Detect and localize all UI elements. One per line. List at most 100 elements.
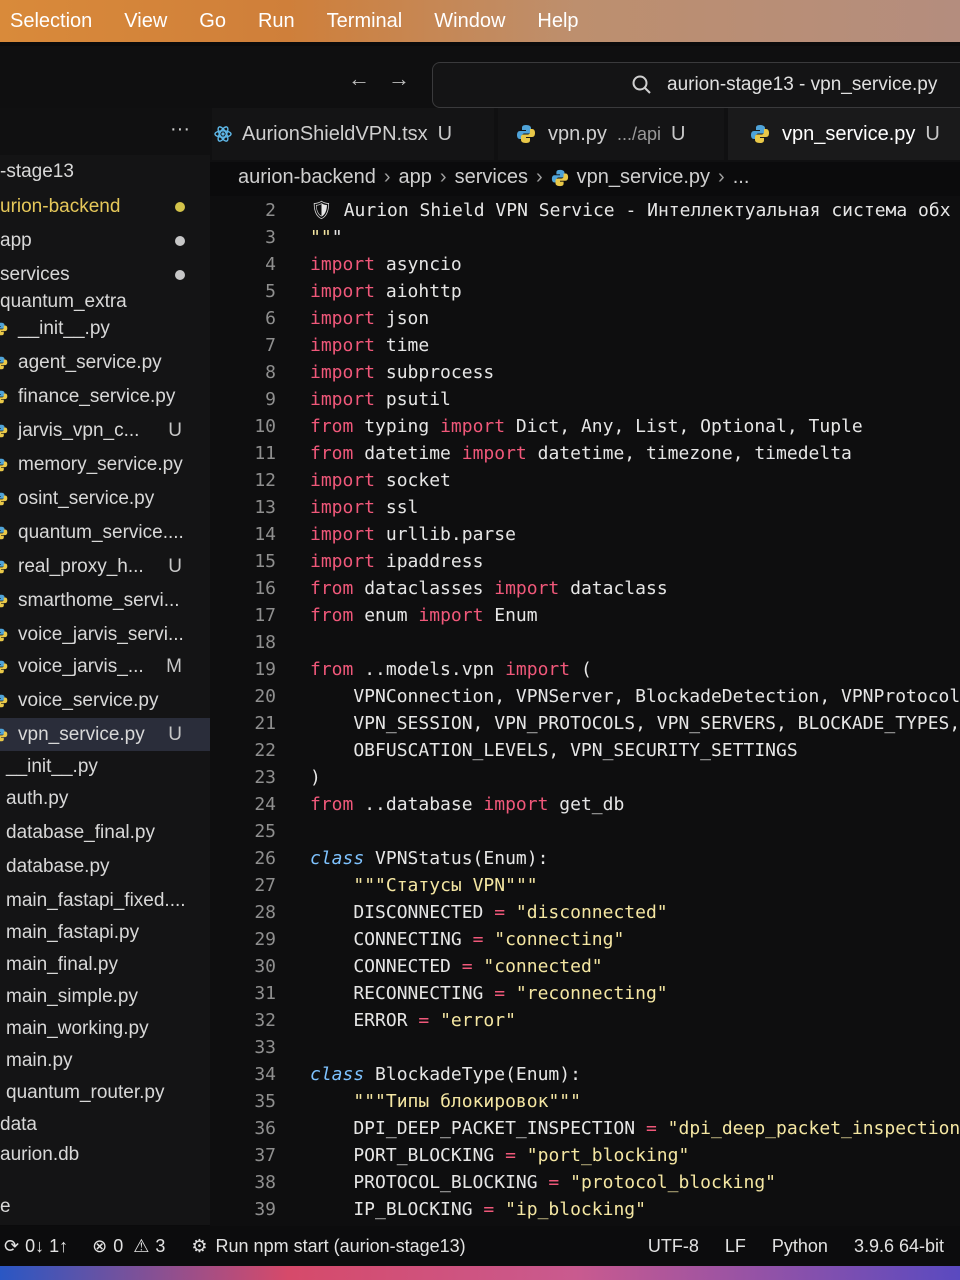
- menu-go[interactable]: Go: [183, 10, 242, 33]
- code-line[interactable]: import urllib.parse: [310, 524, 516, 545]
- encoding[interactable]: UTF-8: [648, 1236, 699, 1257]
- code-line[interactable]: """: [310, 227, 343, 248]
- code-line[interactable]: IP_BLOCKING = "ip_blocking": [310, 1199, 646, 1220]
- code-line[interactable]: CONNECTED = "connected": [310, 956, 602, 977]
- code-line[interactable]: RECONNECTING = "reconnecting": [310, 983, 667, 1004]
- breadcrumb-item[interactable]: app: [399, 166, 432, 189]
- sidebar-item[interactable]: __init__.py: [0, 750, 210, 783]
- code-line[interactable]: from enum import Enum: [310, 605, 538, 626]
- code-line[interactable]: ): [310, 767, 321, 788]
- code-line[interactable]: import socket: [310, 470, 451, 491]
- arrow-left-icon[interactable]: ←: [348, 66, 370, 92]
- sidebar-item[interactable]: finance_service.py: [0, 380, 210, 413]
- code-line[interactable]: ERROR = "error": [310, 1010, 516, 1031]
- sidebar-item[interactable]: urion-backend: [0, 190, 210, 223]
- sidebar-item[interactable]: app: [0, 224, 210, 257]
- line-number: 34: [254, 1064, 276, 1085]
- breadcrumb-item[interactable]: aurion-backend: [238, 166, 376, 189]
- menu-help[interactable]: Help: [521, 10, 594, 33]
- warning-count[interactable]: 3: [155, 1236, 165, 1257]
- code-line[interactable]: 🛡 Aurion Shield VPN Service - Интеллекту…: [310, 200, 951, 221]
- code-line[interactable]: VPNConnection, VPNServer, BlockadeDetect…: [310, 686, 960, 707]
- sidebar-item[interactable]: __init__.py: [0, 312, 210, 345]
- code-line[interactable]: import json: [310, 308, 429, 329]
- menu-run[interactable]: Run: [242, 10, 311, 33]
- code-line[interactable]: PROTOCOL_BLOCKING = "protocol_blocking": [310, 1172, 776, 1193]
- error-count[interactable]: 0: [113, 1236, 123, 1257]
- menu-selection[interactable]: Selection: [0, 10, 108, 33]
- sidebar-item[interactable]: main.py: [0, 1044, 210, 1077]
- breadcrumb-item[interactable]: vpn_service.py: [577, 166, 710, 189]
- sidebar-item[interactable]: data: [0, 1108, 210, 1141]
- running-task[interactable]: Run npm start (aurion-stage13): [216, 1236, 466, 1257]
- sidebar-item[interactable]: main_fastapi_fixed....: [0, 884, 210, 917]
- sidebar-item[interactable]: real_proxy_h... U: [0, 550, 210, 583]
- code-line[interactable]: """Статусы VPN""": [310, 875, 537, 896]
- sidebar-item[interactable]: memory_service.py: [0, 448, 210, 481]
- sidebar-item[interactable]: main_fastapi.py: [0, 916, 210, 949]
- code-line[interactable]: import ssl: [310, 497, 418, 518]
- sync-status[interactable]: 0↓ 1↑: [25, 1236, 68, 1257]
- code-line[interactable]: import asyncio: [310, 254, 462, 275]
- sidebar-item[interactable]: quantum_router.py: [0, 1076, 210, 1109]
- code-line[interactable]: PORT_BLOCKING = "port_blocking": [310, 1145, 689, 1166]
- code-line[interactable]: import aiohttp: [310, 281, 462, 302]
- sidebar-item[interactable]: voice_service.py: [0, 684, 210, 717]
- code-line[interactable]: VPN_SESSION, VPN_PROTOCOLS, VPN_SERVERS,…: [310, 713, 960, 734]
- code-line[interactable]: from typing import Dict, Any, List, Opti…: [310, 416, 863, 437]
- code-line[interactable]: DISCONNECTED = "disconnected": [310, 902, 667, 923]
- python-interpreter[interactable]: 3.9.6 64-bit: [854, 1236, 944, 1257]
- line-number: 30: [254, 956, 276, 977]
- sidebar-item[interactable]: smarthome_servi...: [0, 584, 210, 617]
- sidebar-item[interactable]: database_final.py: [0, 816, 210, 849]
- sidebar-item[interactable]: vpn_service.py U: [0, 718, 210, 751]
- sidebar-item[interactable]: main_working.py: [0, 1012, 210, 1045]
- command-center[interactable]: aurion-stage13 - vpn_service.py: [432, 62, 960, 108]
- chevron-right-icon: ›: [383, 166, 391, 188]
- sidebar-item[interactable]: main_simple.py: [0, 980, 210, 1013]
- breadcrumb-item[interactable]: ...: [733, 166, 750, 189]
- arrow-right-icon[interactable]: →: [388, 66, 410, 92]
- sidebar-item[interactable]: e: [0, 1190, 210, 1223]
- tab-aurionshieldvpn[interactable]: AurionShieldVPN.tsx U: [212, 108, 494, 160]
- menu-terminal[interactable]: Terminal: [311, 10, 419, 33]
- code-line[interactable]: class VPNStatus(Enum):: [310, 848, 548, 869]
- menu-view[interactable]: View: [108, 10, 183, 33]
- python-icon: [0, 424, 8, 437]
- code-line[interactable]: import ipaddress: [310, 551, 483, 572]
- code-line[interactable]: import subprocess: [310, 362, 494, 383]
- sidebar-item[interactable]: agent_service.py: [0, 346, 210, 379]
- sidebar-item[interactable]: aurion.db: [0, 1138, 210, 1171]
- code-line[interactable]: from datetime import datetime, timezone,…: [310, 443, 852, 464]
- sidebar-item[interactable]: auth.py: [0, 782, 210, 815]
- code-line[interactable]: DPI_DEEP_PACKET_INSPECTION = "dpi_deep_p…: [310, 1118, 960, 1139]
- code-line[interactable]: from ..models.vpn import (: [310, 659, 592, 680]
- code-line[interactable]: OBFUSCATION_LEVELS, VPN_SECURITY_SETTING…: [310, 740, 797, 761]
- error-icon[interactable]: ⊗: [92, 1236, 107, 1257]
- sidebar-item[interactable]: jarvis_vpn_c... U: [0, 414, 210, 447]
- code-editor[interactable]: 2 🛡 Aurion Shield VPN Service - Интеллект…: [210, 196, 960, 1226]
- code-line[interactable]: import psutil: [310, 389, 451, 410]
- code-line[interactable]: from ..database import get_db: [310, 794, 624, 815]
- language-mode[interactable]: Python: [772, 1236, 828, 1257]
- code-line[interactable]: from dataclasses import dataclass: [310, 578, 668, 599]
- code-line[interactable]: import time: [310, 335, 429, 356]
- tab-vpn-service-py[interactable]: vpn_service.py U: [728, 108, 960, 160]
- warning-icon[interactable]: ⚠: [133, 1236, 149, 1257]
- sidebar-item[interactable]: main_final.py: [0, 948, 210, 981]
- sidebar-item[interactable]: voice_jarvis_... M: [0, 650, 210, 683]
- sidebar-item[interactable]: voice_jarvis_servi...: [0, 618, 210, 651]
- sidebar-item[interactable]: database.py: [0, 850, 210, 883]
- sync-icon[interactable]: ⟳: [4, 1236, 19, 1257]
- breadcrumb-item[interactable]: services: [455, 166, 528, 189]
- code-line[interactable]: """Типы блокировок""": [310, 1091, 581, 1112]
- code-line[interactable]: CONNECTING = "connecting": [310, 929, 624, 950]
- end-of-line[interactable]: LF: [725, 1236, 746, 1257]
- sidebar-item[interactable]: osint_service.py: [0, 482, 210, 515]
- menu-window[interactable]: Window: [418, 10, 521, 33]
- code-line[interactable]: class BlockadeType(Enum):: [310, 1064, 581, 1085]
- tab-vpn-py[interactable]: vpn.py .../api U: [498, 108, 724, 160]
- sidebar-item[interactable]: quantum_service....: [0, 516, 210, 549]
- sidebar-item[interactable]: -stage13: [0, 155, 210, 188]
- more-actions-icon[interactable]: ···: [170, 118, 190, 141]
